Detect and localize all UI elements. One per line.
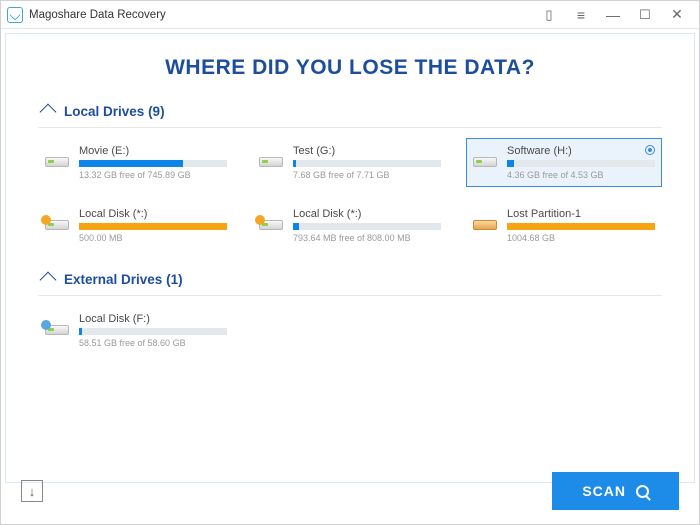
chevron-up-icon [40,271,57,288]
drive-name: Local Disk (F:) [79,313,227,325]
chevron-up-icon [40,103,57,120]
section-local-drives[interactable]: Local Drives (9) [38,98,662,128]
usage-bar [79,160,227,167]
window-title: Magoshare Data Recovery [29,9,166,21]
section-external-drives[interactable]: External Drives (1) [38,266,662,296]
scan-button[interactable]: SCAN [552,472,679,510]
minimize-button[interactable]: — [597,1,629,29]
drive-detail: 793.64 MB free of 808.00 MB [293,233,441,243]
app-icon [7,7,23,23]
warning-badge-icon [255,215,265,225]
drive-name: Movie (E:) [79,145,227,157]
layout-icon[interactable]: ▯ [533,1,565,29]
page-heading: WHERE DID YOU LOSE THE DATA? [6,34,694,98]
usage-bar [293,223,441,230]
usage-bar [79,328,227,335]
usage-bar [507,160,655,167]
drive-icon [259,157,287,167]
drive-detail: 58.51 GB free of 58.60 GB [79,338,227,348]
drive-detail: 4.36 GB free of 4.53 GB [507,170,655,180]
drive-icon [473,220,501,230]
drive-name: Software (H:) [507,145,655,157]
drive-name: Test (G:) [293,145,441,157]
drive-detail: 7.68 GB free of 7.71 GB [293,170,441,180]
drive-icon [45,325,73,335]
section-count: (9) [148,104,165,119]
drive-item[interactable]: Local Disk (*:) 793.64 MB free of 808.00 … [252,201,448,250]
external-badge-icon [41,320,51,330]
download-icon[interactable]: ↓ [21,480,43,502]
drive-detail: 1004.68 GB [507,233,655,243]
usage-bar [293,160,441,167]
menu-icon[interactable]: ≡ [565,1,597,29]
drive-item[interactable]: Software (H:) 4.36 GB free of 4.53 GB [466,138,662,187]
drive-icon [473,157,501,167]
section-title: Local Drives [64,104,144,119]
drive-list: Local Drives (9) Movie (E:) 13.32 GB free… [6,98,694,478]
drive-item[interactable]: Local Disk (*:) 500.00 MB [38,201,234,250]
drive-icon [45,157,73,167]
titlebar: Magoshare Data Recovery ▯ ≡ — ☐ ✕ [1,1,699,29]
section-title: External Drives [64,272,162,287]
selected-radio-icon [645,145,655,155]
drive-detail: 13.32 GB free of 745.89 GB [79,170,227,180]
usage-bar [79,223,227,230]
close-button[interactable]: ✕ [661,1,693,29]
usage-bar [507,223,655,230]
drive-name: Local Disk (*:) [293,208,441,220]
maximize-button[interactable]: ☐ [629,1,661,29]
footer: ↓ SCAN [5,462,695,520]
scan-button-label: SCAN [582,483,626,499]
drive-name: Lost Partition-1 [507,208,655,220]
drive-name: Local Disk (*:) [79,208,227,220]
search-icon [636,485,649,498]
drive-detail: 500.00 MB [79,233,227,243]
drive-icon [259,220,287,230]
drive-item[interactable]: Lost Partition-1 1004.68 GB [466,201,662,250]
drive-item[interactable]: Movie (E:) 13.32 GB free of 745.89 GB [38,138,234,187]
warning-badge-icon [41,215,51,225]
drive-icon [45,220,73,230]
section-count: (1) [166,272,183,287]
drive-item[interactable]: Test (G:) 7.68 GB free of 7.71 GB [252,138,448,187]
main-panel: WHERE DID YOU LOSE THE DATA? Local Drive… [5,33,695,483]
drive-item[interactable]: Local Disk (F:) 58.51 GB free of 58.60 GB [38,306,234,355]
